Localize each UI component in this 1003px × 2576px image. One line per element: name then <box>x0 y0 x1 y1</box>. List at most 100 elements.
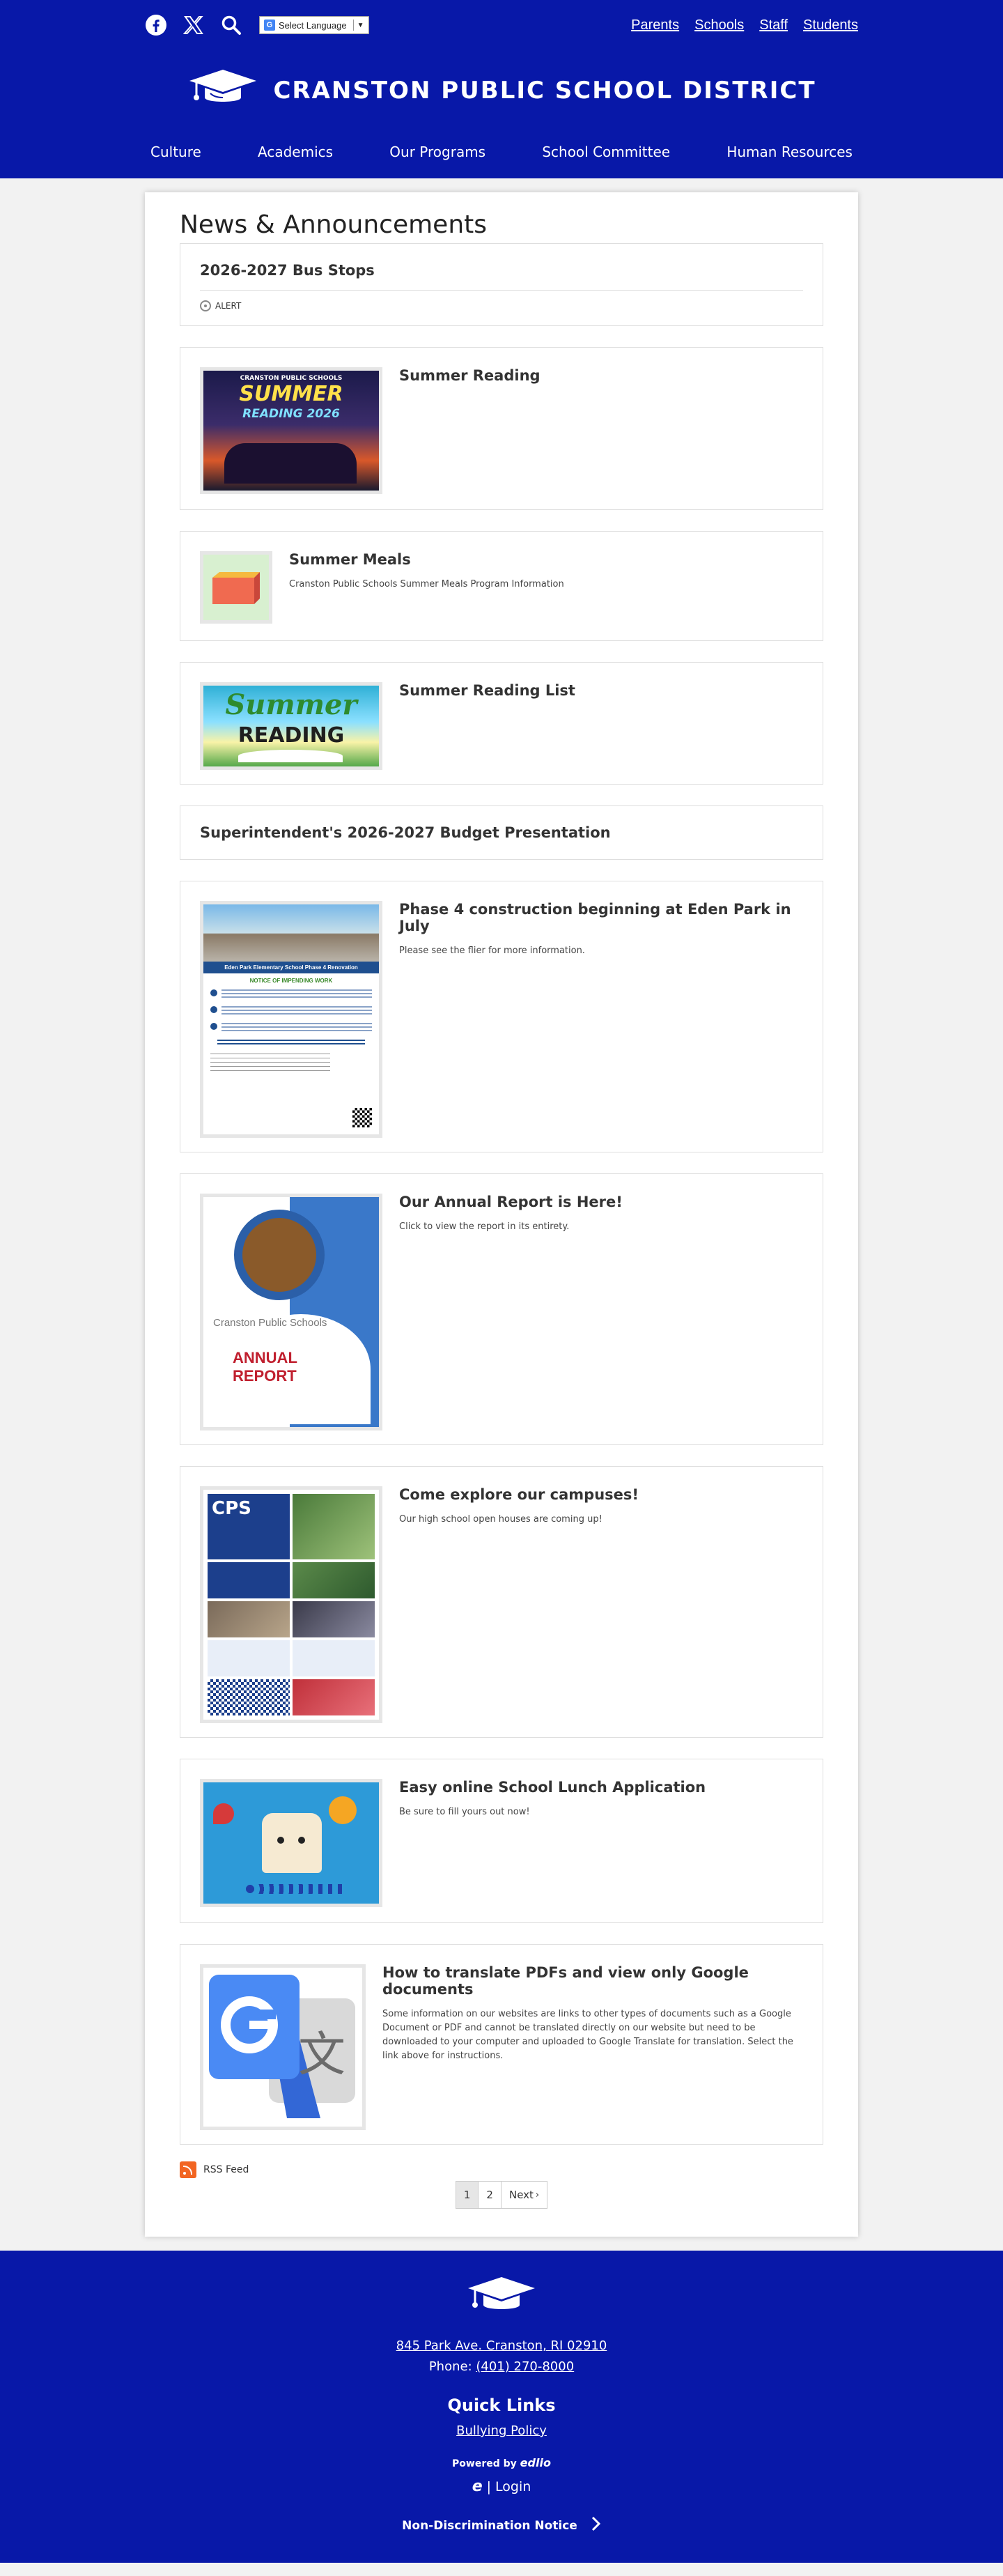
news-body: Summer Reading List <box>399 682 803 709</box>
flier-text-block <box>293 1640 375 1676</box>
thumb-line2: READING <box>238 723 345 748</box>
non-discrimination-notice-button[interactable]: Non-Discrimination Notice <box>402 2516 601 2535</box>
eden-park-flier-thumbnail[interactable]: Eden Park Elementary School Phase 4 Reno… <box>200 901 382 1138</box>
summer-meals-thumbnail[interactable] <box>200 551 272 624</box>
lunch-application-thumbnail[interactable] <box>200 1779 382 1907</box>
footer-cap-logo[interactable] <box>0 2276 1003 2320</box>
rss-icon <box>180 2161 196 2178</box>
news-description: Some information on our websites are lin… <box>382 2009 793 2061</box>
quick-link-bullying-policy[interactable]: Bullying Policy <box>456 2423 547 2438</box>
thumb-line3: READING 2026 <box>242 407 340 421</box>
google-translate-select[interactable]: G Select Language ▼ <box>259 16 369 34</box>
next-page-button[interactable]: Next › <box>501 2181 548 2209</box>
news-description: Our high school open houses are coming u… <box>399 1514 602 1525</box>
qr-code <box>352 1108 372 1127</box>
news-title[interactable]: Summer Meals <box>289 551 803 568</box>
campus-photo <box>293 1494 375 1559</box>
quick-links-title: Quick Links <box>447 2396 556 2415</box>
nav-item-human-resources[interactable]: Human Resources <box>722 144 857 160</box>
utility-bar: G Select Language ▼ Parents Schools Staf… <box>145 13 858 38</box>
svg-text:文: 文 <box>298 2028 345 2083</box>
next-label: Next <box>508 2189 534 2201</box>
news-description: Please see the flier for more informatio… <box>399 946 585 956</box>
district-brand[interactable]: CRANSTON PUBLIC SCHOOL DISTRICT <box>0 68 1003 113</box>
social-links: G Select Language ▼ <box>145 14 369 36</box>
news-body: Come explore our campuses! Our high scho… <box>399 1486 803 1527</box>
footer-address-link[interactable]: 845 Park Ave. Cranston, RI 02910 <box>396 2338 607 2353</box>
footer-phone-link[interactable]: (401) 270-8000 <box>476 2359 574 2374</box>
news-title[interactable]: Come explore our campuses! <box>399 1486 803 1503</box>
lunch-box-icon <box>212 572 260 604</box>
news-item-explore-campuses: CPS Come explore our campuses! Our high … <box>180 1466 823 1738</box>
audience-link-parents[interactable]: Parents <box>631 17 679 33</box>
pagination: 1 2 Next › <box>180 2181 823 2209</box>
nav-item-culture[interactable]: Culture <box>146 144 205 160</box>
news-body: Easy online School Lunch Application Be … <box>399 1779 803 1819</box>
news-item-summer-reading-list: Summer READING Summer Reading List <box>180 662 823 785</box>
news-item-budget-presentation: Superintendent's 2026-2027 Budget Presen… <box>180 805 823 860</box>
open-house-flier-thumbnail[interactable]: CPS <box>200 1486 382 1723</box>
audience-link-schools[interactable]: Schools <box>694 17 744 33</box>
alert-icon <box>200 300 211 311</box>
rss-feed-link[interactable]: RSS Feed <box>180 2161 823 2178</box>
news-item-translate-pdfs: 文 How to translate PDFs and view only Go… <box>180 1944 823 2145</box>
news-body: Our Annual Report is Here! Click to view… <box>399 1194 803 1234</box>
audience-links: Parents Schools Staff Students <box>631 17 858 33</box>
login-divider: | <box>486 2478 492 2494</box>
edlio-e-icon: e <box>472 2478 483 2495</box>
cover-line2: REPORT <box>233 1367 297 1385</box>
thumb-line1: Summer <box>225 688 357 721</box>
powered-by[interactable]: Powered by edlio <box>0 2456 1003 2469</box>
flier-banner: Eden Park Elementary School Phase 4 Reno… <box>203 962 379 973</box>
news-title[interactable]: 2026-2027 Bus Stops <box>200 262 803 279</box>
chevron-down-icon: ▼ <box>357 21 364 29</box>
annual-report-thumbnail[interactable]: Cranston Public Schools ANNUAL REPORT <box>200 1194 382 1430</box>
bread-slice <box>262 1813 322 1873</box>
audience-link-students[interactable]: Students <box>803 17 858 33</box>
news-item-summer-reading: CRANSTON PUBLIC SCHOOLS SUMMER READING 2… <box>180 347 823 510</box>
news-title[interactable]: Summer Reading List <box>399 682 803 699</box>
page-1-button[interactable]: 1 <box>455 2181 479 2209</box>
news-title[interactable]: Our Annual Report is Here! <box>399 1194 803 1210</box>
district-name: CRANSTON PUBLIC SCHOOL DISTRICT <box>273 77 816 105</box>
news-title[interactable]: Easy online School Lunch Application <box>399 1779 803 1796</box>
facebook-icon[interactable] <box>145 14 167 36</box>
strawberry-heart <box>213 1803 234 1824</box>
summer-reading-list-thumbnail[interactable]: Summer READING <box>200 682 382 770</box>
search-icon[interactable] <box>220 14 242 36</box>
news-body: Superintendent's 2026-2027 Budget Presen… <box>200 824 803 851</box>
login-link[interactable]: Login <box>495 2479 531 2494</box>
edlio-brand: edlio <box>520 2456 551 2469</box>
flier-text-block <box>208 1562 290 1598</box>
google-translate-icon: 文 <box>209 1975 355 2118</box>
site-header: G Select Language ▼ Parents Schools Staf… <box>0 0 1003 178</box>
phone-label: Phone: <box>428 2359 472 2374</box>
news-title[interactable]: Superintendent's 2026-2027 Budget Presen… <box>200 824 803 841</box>
nav-item-our-programs[interactable]: Our Programs <box>385 144 490 160</box>
flier-text-block <box>208 1640 290 1676</box>
news-item-bus-stops: 2026-2027 Bus Stops ALERT <box>180 243 823 326</box>
news-content: News & Announcements 2026-2027 Bus Stops… <box>145 192 858 2237</box>
graduation-cap-logo <box>187 68 259 113</box>
flier-notice: NOTICE OF IMPENDING WORK <box>249 978 333 984</box>
campus-photo <box>293 1601 375 1637</box>
nav-item-academics[interactable]: Academics <box>254 144 337 160</box>
news-title[interactable]: How to translate PDFs and view only Goog… <box>382 1964 803 1998</box>
google-translate-thumbnail[interactable]: 文 <box>200 1964 366 2130</box>
cover-line1: ANNUAL <box>233 1349 297 1366</box>
news-body: Phase 4 construction beginning at Eden P… <box>399 901 803 958</box>
cover-photo-circle <box>234 1210 325 1300</box>
news-item-lunch-application: Easy online School Lunch Application Be … <box>180 1759 823 1923</box>
x-twitter-icon[interactable] <box>182 14 205 36</box>
school-photo <box>203 904 379 962</box>
audience-link-staff[interactable]: Staff <box>759 17 788 33</box>
news-title[interactable]: Phase 4 construction beginning at Eden P… <box>399 901 803 934</box>
summer-reading-thumbnail[interactable]: CRANSTON PUBLIC SCHOOLS SUMMER READING 2… <box>200 367 382 494</box>
news-title[interactable]: Summer Reading <box>399 367 803 384</box>
campus-photo <box>293 1679 375 1715</box>
nav-item-school-committee[interactable]: School Committee <box>538 144 674 160</box>
flier-bullets <box>210 989 372 1072</box>
page-2-button[interactable]: 2 <box>479 2181 502 2209</box>
news-body: Summer Meals Cranston Public Schools Sum… <box>289 551 803 592</box>
main-nav: Culture Academics Our Programs School Co… <box>146 144 857 160</box>
